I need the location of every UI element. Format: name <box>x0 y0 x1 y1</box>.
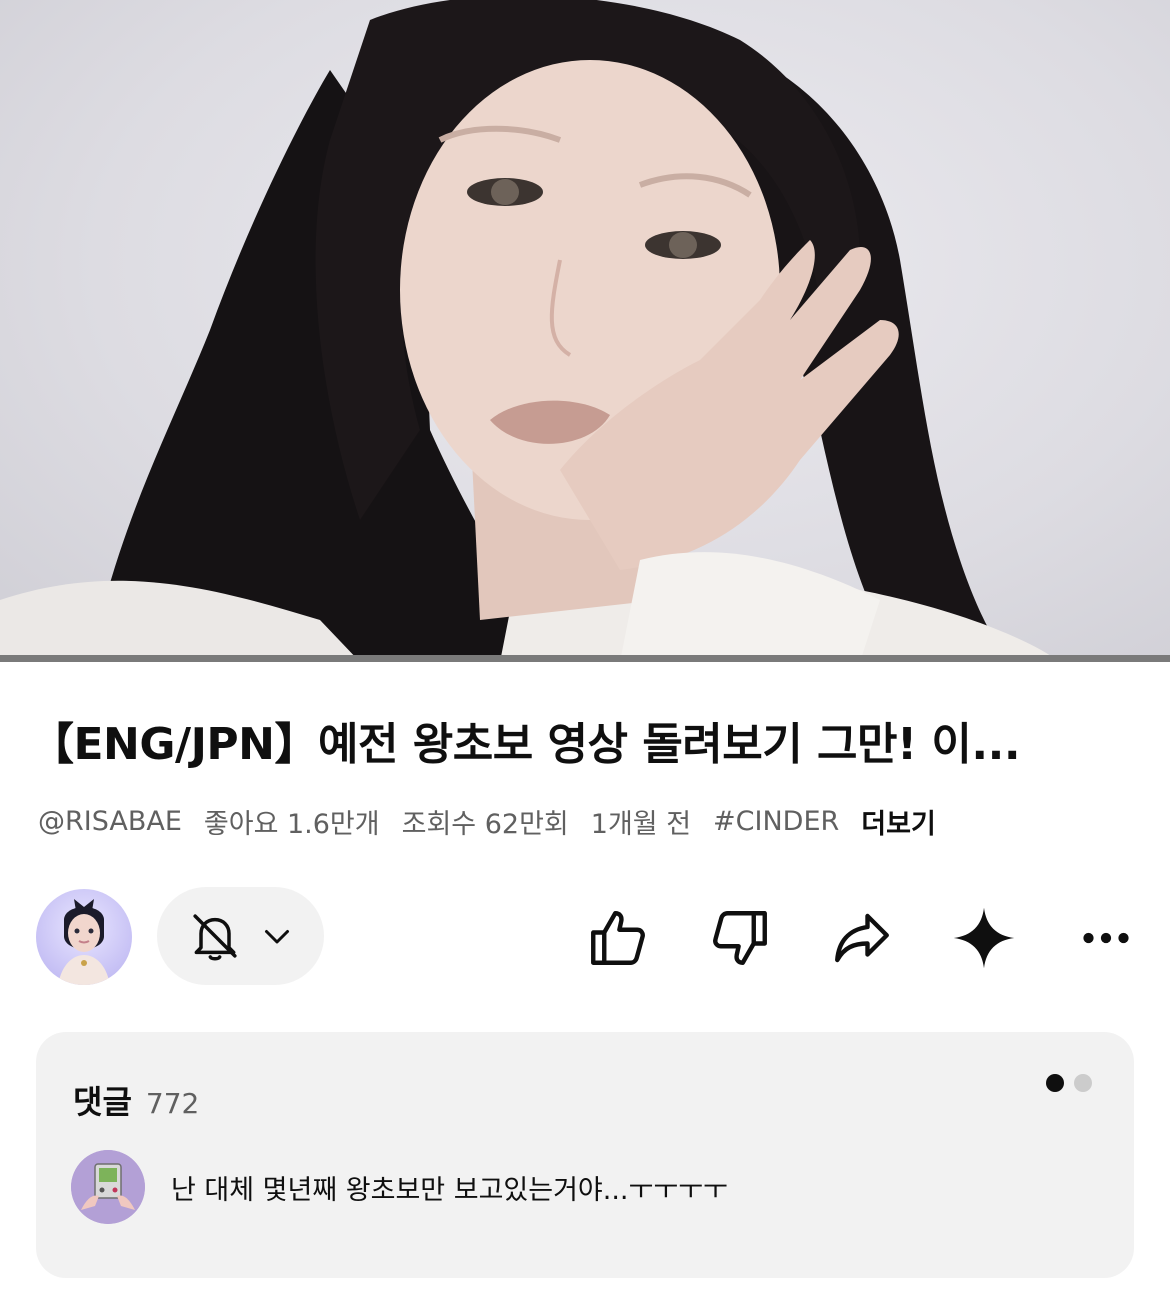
like-count: 좋아요 1.6만개 <box>203 809 380 840</box>
video-player[interactable] <box>0 0 1170 662</box>
comment-text: 난 대체 몇년째 왕초보만 보고있는거야...ㅜㅜㅜㅜ <box>171 1174 728 1206</box>
view-count: 조회수 62만회 <box>401 809 569 840</box>
commenter-avatar[interactable] <box>71 1150 145 1224</box>
video-info-sheet: 【ENG/JPN】예전 왕초보 영상 돌려보기 그만! 이... @RISABA… <box>0 662 1170 1307</box>
share-icon <box>835 913 889 963</box>
comments-preview[interactable]: 댓글 772 난 대체 몇년째 왕초보만 보고있는거야...ㅜㅜㅜㅜ <box>36 1032 1134 1278</box>
bell-off-icon <box>192 914 237 961</box>
sparkle-icon <box>953 907 1015 969</box>
commenter-avatar-illustration <box>71 1150 145 1224</box>
comments-header: 댓글 772 <box>73 1077 199 1123</box>
comments-pager <box>1046 1074 1092 1092</box>
avatar-illustration <box>58 899 110 985</box>
top-comment[interactable]: 난 대체 몇년째 왕초보만 보고있는거야...ㅜㅜㅜㅜ <box>71 1150 728 1224</box>
thumb-up-icon <box>591 911 645 965</box>
video-metadata[interactable]: @RISABAE 좋아요 1.6만개 조회수 62만회 1개월 전 #CINDE… <box>38 802 936 841</box>
video-progress-bar[interactable] <box>0 655 1170 662</box>
hashtag-link[interactable]: #CINDER <box>713 806 839 837</box>
more-horizontal-icon <box>1083 932 1129 944</box>
dislike-button[interactable] <box>706 904 774 972</box>
share-button[interactable] <box>828 904 896 972</box>
pager-dot-active <box>1046 1074 1064 1092</box>
more-actions-button[interactable] <box>1072 904 1140 972</box>
comments-count: 772 <box>145 1087 200 1120</box>
pager-dot-inactive <box>1074 1074 1092 1092</box>
channel-handle[interactable]: @RISABAE <box>38 806 182 837</box>
video-title[interactable]: 【ENG/JPN】예전 왕초보 영상 돌려보기 그만! 이... <box>30 717 1130 773</box>
like-button[interactable] <box>584 904 652 972</box>
comments-label: 댓글 <box>73 1083 132 1121</box>
channel-avatar[interactable] <box>36 889 132 985</box>
thumb-down-icon <box>713 911 767 965</box>
ask-ai-button[interactable] <box>950 904 1018 972</box>
chevron-down-icon <box>264 930 289 944</box>
video-thumbnail <box>0 0 1060 662</box>
upload-date: 1개월 전 <box>590 809 692 840</box>
action-bar <box>0 887 1170 987</box>
subscribe-notification-button[interactable] <box>157 887 324 985</box>
more-link[interactable]: 더보기 <box>861 802 936 841</box>
